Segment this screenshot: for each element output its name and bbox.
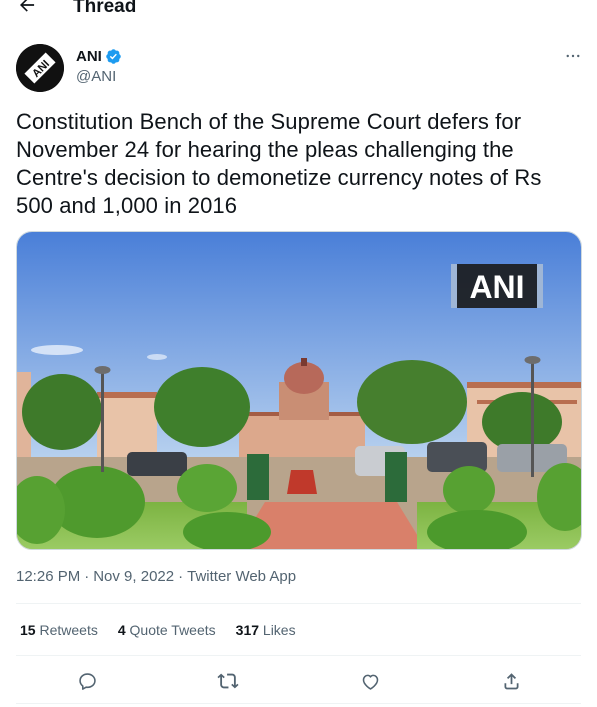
supreme-court-photo: ANI: [17, 232, 581, 549]
back-button[interactable]: [16, 0, 38, 16]
divider: [16, 603, 581, 604]
share-icon: [504, 672, 518, 689]
tweet-author: ANI ANI @ANI: [16, 42, 586, 92]
retweet-button[interactable]: [215, 668, 241, 694]
reply-button[interactable]: [74, 668, 100, 694]
author-handle[interactable]: @ANI: [76, 68, 116, 85]
author-name-link[interactable]: ANI: [76, 48, 122, 65]
arrow-left-icon: [20, 0, 35, 12]
likes-count: 317: [235, 622, 260, 638]
meta-separator: ·: [84, 568, 90, 585]
divider: [16, 703, 581, 704]
avatar[interactable]: ANI: [16, 44, 64, 92]
quotes-label: Quote Tweets: [129, 622, 216, 638]
retweets-stat[interactable]: 15 Retweets: [20, 622, 98, 638]
retweets-label: Retweets: [39, 622, 98, 638]
more-horizontal-icon: [566, 54, 580, 58]
likes-stat[interactable]: 317 Likes: [236, 622, 296, 638]
heart-icon: [362, 674, 378, 690]
share-button[interactable]: [498, 668, 524, 694]
likes-label: Likes: [262, 622, 296, 638]
author-name: ANI: [76, 48, 102, 65]
tweet-time[interactable]: 12:26 PM: [16, 568, 80, 585]
tweet-media-image[interactable]: ANI: [16, 231, 582, 550]
reply-icon: [78, 672, 96, 690]
meta-separator: ·: [178, 568, 184, 585]
divider: [16, 655, 581, 656]
tweet-meta: 12:26 PM · Nov 9, 2022 · Twitter Web App: [16, 568, 296, 585]
page-title: Thread: [73, 0, 137, 17]
retweet-icon: [217, 673, 239, 689]
tweet-source[interactable]: Twitter Web App: [187, 568, 296, 585]
like-button[interactable]: [357, 668, 383, 694]
tweet-text: Constitution Bench of the Supreme Court …: [16, 109, 542, 218]
tweet-stats: 15 Retweets 4 Quote Tweets 317 Likes: [20, 622, 296, 638]
tweet-date[interactable]: Nov 9, 2022: [93, 568, 174, 585]
quotes-count: 4: [117, 622, 126, 638]
tweet-actions: [16, 666, 581, 696]
more-options-button[interactable]: [562, 46, 584, 66]
verified-badge-icon: [106, 49, 121, 64]
quote-tweets-stat[interactable]: 4 Quote Tweets: [118, 622, 216, 638]
retweets-count: 15: [20, 622, 36, 638]
media-watermark: ANI: [469, 269, 524, 305]
thread-header: Thread: [0, 0, 597, 20]
